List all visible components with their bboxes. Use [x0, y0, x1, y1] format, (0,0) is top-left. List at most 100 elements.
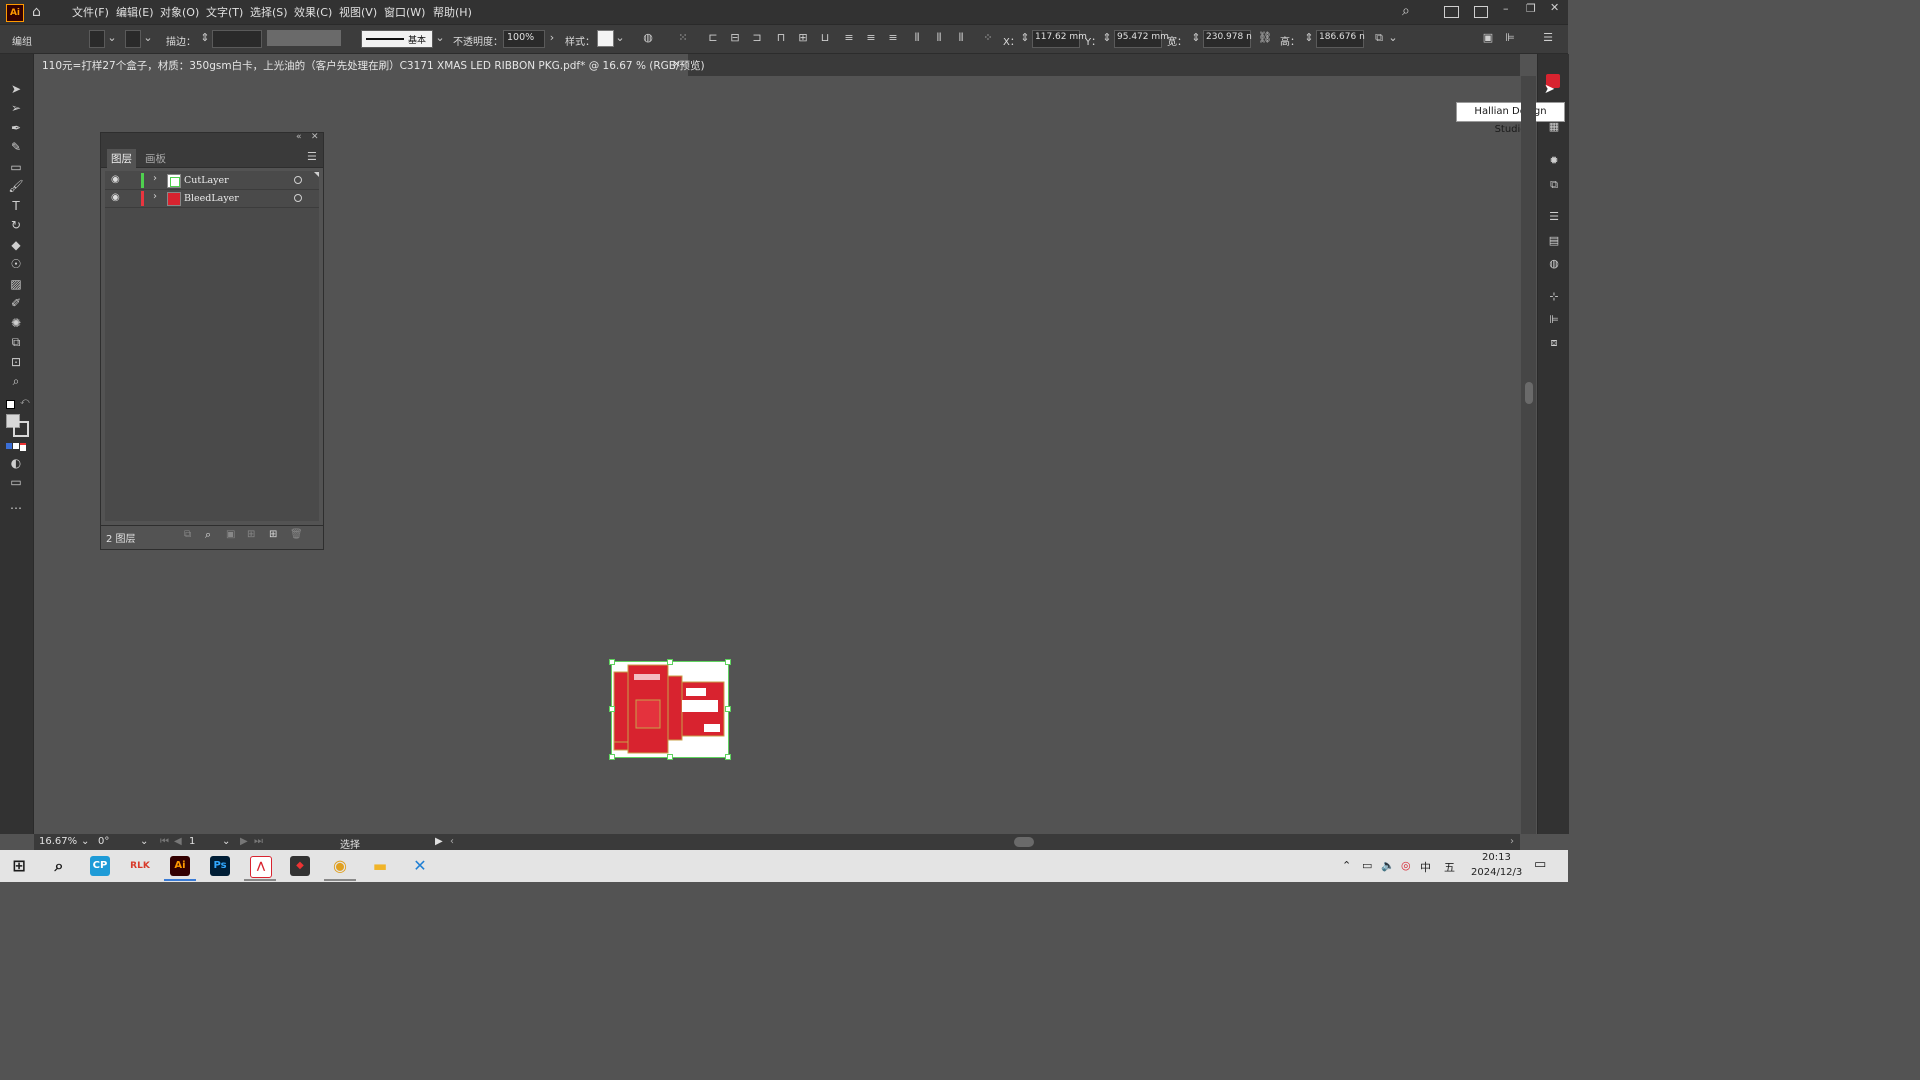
app-rlk-icon[interactable]: RLK	[130, 856, 150, 876]
recolor-icon[interactable]: ◍	[641, 31, 655, 45]
close-window-icon[interactable]: ✕	[1550, 1, 1559, 14]
zoom-level[interactable]: 16.67%	[39, 836, 77, 847]
app-cp-icon[interactable]: CP	[90, 856, 110, 876]
chevron-down-icon[interactable]: ⌄	[222, 836, 230, 847]
distribute-bottom-icon[interactable]: ≡	[886, 31, 900, 45]
tab-artboards[interactable]: 画板	[141, 149, 170, 168]
expand-chevron-icon[interactable]: ›	[153, 173, 157, 184]
menu-edit[interactable]: 编辑(E)	[116, 4, 154, 20]
gradient-panel-icon[interactable]: ▤	[1547, 234, 1561, 248]
resize-handle[interactable]	[609, 754, 615, 760]
status-menu-icon[interactable]: ▶	[435, 836, 443, 847]
menu-select[interactable]: 选择(S)	[250, 4, 288, 20]
expand-chevron-icon[interactable]: ›	[153, 191, 157, 202]
isolate-icon[interactable]: ▣	[1481, 31, 1495, 45]
rectangle-tool-icon[interactable]: ▭	[7, 159, 25, 175]
fill-swatch[interactable]	[89, 30, 105, 48]
visibility-eye-icon[interactable]: ◉	[111, 192, 120, 203]
resize-handle[interactable]	[725, 754, 731, 760]
menu-type[interactable]: 文字(T)	[206, 4, 243, 20]
resize-handle[interactable]	[725, 659, 731, 665]
artboard-tool-icon[interactable]: ⊡	[7, 354, 25, 370]
layer-selection-indicator[interactable]	[306, 194, 312, 200]
collapse-panel-icon[interactable]: «	[296, 132, 302, 142]
resize-handle[interactable]	[725, 706, 731, 712]
restore-icon[interactable]: ❐	[1526, 2, 1536, 15]
align-left-icon[interactable]: ⊏	[706, 31, 720, 45]
graphic-style-swatch[interactable]	[597, 30, 614, 47]
photoshop-app-icon[interactable]: Ps	[210, 856, 230, 876]
x-input[interactable]: 117.62 mm	[1032, 30, 1087, 48]
panel-header[interactable]: « ✕	[101, 132, 323, 145]
layer-name[interactable]: BleedLayer	[184, 193, 239, 204]
stroke-panel-icon[interactable]: ☰	[1547, 210, 1561, 224]
gradient-mode-icon[interactable]	[13, 443, 19, 449]
distribute-left-icon[interactable]: ⫴	[910, 31, 924, 45]
panel-menu-icon[interactable]: ☰	[1541, 31, 1555, 45]
height-stepper-icon[interactable]: ⇕	[1302, 31, 1316, 45]
search-icon[interactable]: ⌕	[49, 856, 69, 876]
gradient-tool-icon[interactable]: ▨	[7, 276, 25, 292]
align-bottom-icon[interactable]: ⊔	[818, 31, 832, 45]
eyedropper-tool-icon[interactable]: ✐	[7, 295, 25, 311]
ime-language[interactable]: 中	[1420, 859, 1431, 875]
brush-definition[interactable]: 基本	[361, 30, 433, 48]
resize-handle[interactable]	[609, 706, 615, 712]
chevron-down-icon[interactable]: ⌄	[1386, 31, 1400, 45]
none-mode-icon[interactable]	[20, 443, 26, 451]
stroke-color-swatch[interactable]	[13, 421, 29, 437]
app-red-icon[interactable]: ◆	[290, 856, 310, 876]
minimize-icon[interactable]: –	[1503, 2, 1509, 15]
direct-selection-tool-icon[interactable]: ➢	[7, 100, 25, 116]
x-stepper-icon[interactable]: ⇕	[1018, 31, 1032, 45]
stroke-swatch[interactable]	[125, 30, 141, 48]
draw-mode-icon[interactable]: ◐	[7, 455, 25, 471]
workspace-icon[interactable]	[1444, 6, 1459, 18]
pen-tool-icon[interactable]: ✒	[7, 120, 25, 136]
layer-row-cutlayer[interactable]: ◉ › CutLayer	[105, 172, 319, 190]
asset-export-icon[interactable]: ⧉	[1547, 178, 1561, 192]
resize-handle[interactable]	[609, 659, 615, 665]
horizontal-scroll-thumb[interactable]	[1014, 837, 1034, 847]
last-artboard-icon[interactable]: ⏭	[254, 836, 263, 847]
collect-export-icon[interactable]: ⧉	[184, 529, 191, 540]
layer-selection-indicator[interactable]	[306, 176, 312, 182]
new-layer-icon[interactable]: ⊞	[269, 529, 277, 540]
distribute-right-icon[interactable]: ⫴	[954, 31, 968, 45]
constrain-proportions-icon[interactable]: ⛓	[1258, 31, 1272, 45]
scroll-left-icon[interactable]: ‹	[450, 836, 454, 847]
document-tab[interactable]: 110元=打样27个盒子，材质：350gsm白卡，上光油的（客户先处理在刷）C3…	[34, 54, 705, 76]
align-hcenter-icon[interactable]: ⊟	[728, 31, 742, 45]
menu-view[interactable]: 视图(V)	[339, 4, 377, 20]
close-tab-icon[interactable]: ×	[672, 57, 681, 70]
prev-artboard-icon[interactable]: ◀	[174, 836, 182, 847]
shape-builder-tool-icon[interactable]: ⧉	[7, 334, 25, 350]
more-tools-icon[interactable]: ⋯	[7, 500, 25, 516]
illustrator-app-icon[interactable]: Ai	[170, 856, 190, 876]
rotation-value[interactable]: 0°	[98, 836, 109, 847]
align-top-icon[interactable]: ⊓	[774, 31, 788, 45]
screen-mode-icon[interactable]: ▭	[7, 474, 25, 490]
clipping-mask-icon[interactable]: ▣	[226, 529, 235, 540]
scroll-right-icon[interactable]: ›	[1510, 836, 1514, 847]
close-panel-icon[interactable]: ✕	[311, 132, 319, 142]
color-mode-icon[interactable]	[6, 443, 12, 449]
clock-date[interactable]: 2024/12/3	[1471, 867, 1522, 878]
vertical-scroll-thumb[interactable]	[1525, 382, 1533, 404]
warp-tool-icon[interactable]: ☉	[7, 256, 25, 272]
height-input[interactable]: 186.676 n	[1316, 30, 1365, 48]
appearance-icon[interactable]: ✹	[1547, 154, 1561, 168]
opacity-input[interactable]: 100%	[503, 30, 545, 48]
chevron-down-icon[interactable]: ⌄	[141, 31, 155, 45]
menu-effect[interactable]: 效果(C)	[294, 4, 332, 20]
default-colors-icon[interactable]	[6, 400, 15, 409]
selection-tool-icon[interactable]: ➤	[7, 81, 25, 97]
artboard-number[interactable]: 1	[189, 836, 195, 847]
transform-icon[interactable]: ⧉	[1372, 31, 1386, 45]
zoom-tool-icon[interactable]: ⌕	[7, 373, 25, 389]
distribute-top-icon[interactable]: ≡	[842, 31, 856, 45]
arrange-documents-icon[interactable]: ⊫	[1503, 31, 1517, 45]
y-input[interactable]: 95.472 mm	[1114, 30, 1169, 48]
y-stepper-icon[interactable]: ⇕	[1100, 31, 1114, 45]
distribute-hcenter-icon[interactable]: ⫴	[932, 31, 946, 45]
